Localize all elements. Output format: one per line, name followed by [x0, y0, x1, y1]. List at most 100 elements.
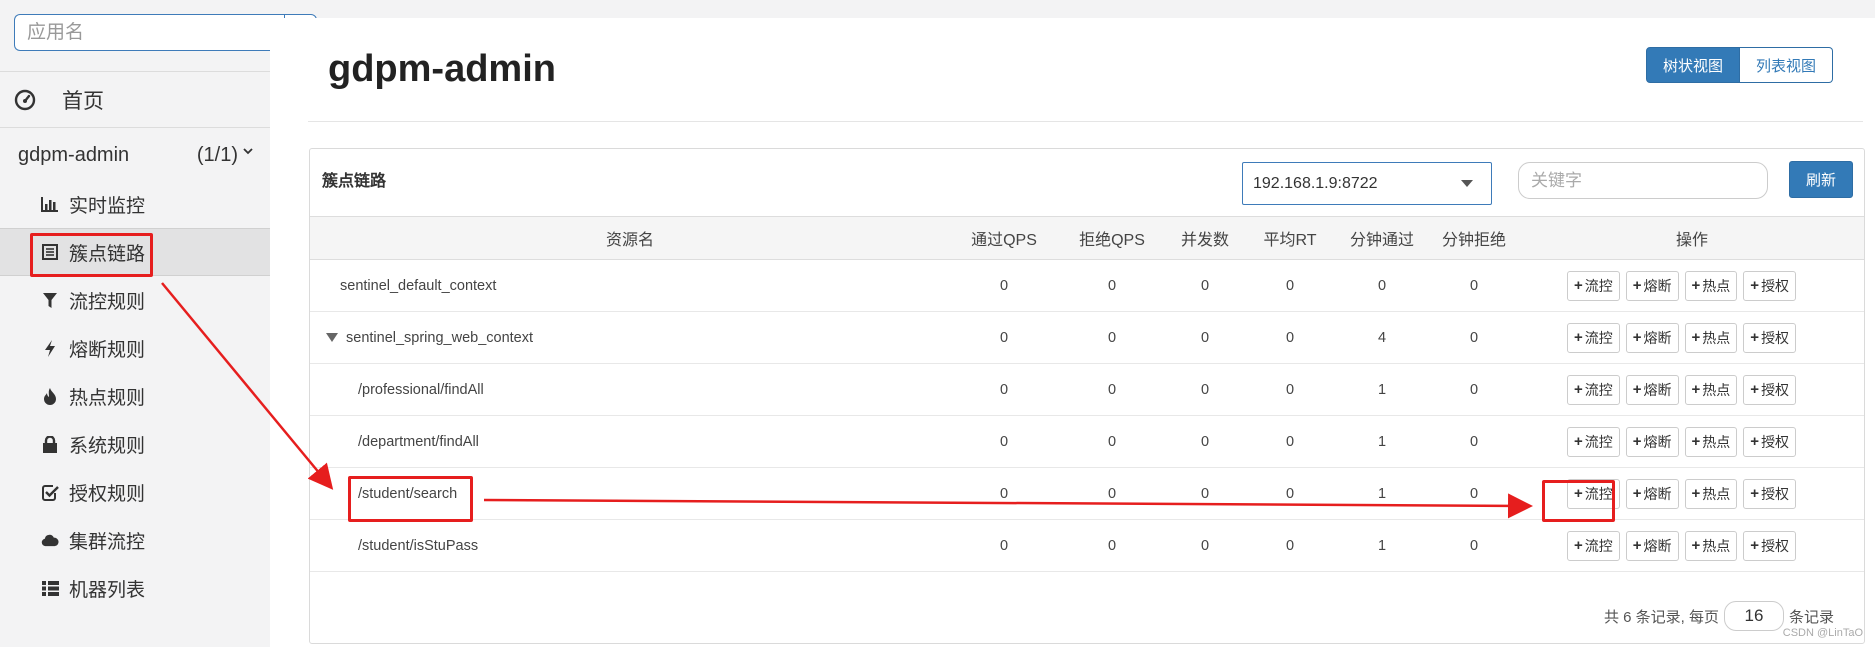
- bolt-icon: [41, 339, 59, 357]
- resource-name-cell: sentinel_spring_web_context: [310, 311, 950, 364]
- operations-cell: + 流控 + 熔断 + 热点 + 授权: [1520, 363, 1864, 416]
- resource-name-wrap: /student/isStuPass: [310, 538, 950, 554]
- button-label: 熔断: [1643, 485, 1672, 502]
- sidebar-divider: [0, 71, 270, 72]
- metric-min-block: 0: [1428, 467, 1520, 520]
- sidebar-item-cluster-link[interactable]: 簇点链路: [0, 228, 270, 276]
- metric-threads: 0: [1166, 363, 1244, 416]
- resource-name-wrap: sentinel_spring_web_context: [310, 330, 950, 346]
- plus-icon: +: [1574, 381, 1583, 398]
- add-degrade-rule-button[interactable]: + 熔断: [1625, 530, 1679, 561]
- add-degrade-rule-button[interactable]: + 熔断: [1625, 270, 1679, 301]
- button-label: 流控: [1584, 485, 1613, 502]
- add-hotspot-rule-button[interactable]: + 热点: [1684, 322, 1738, 353]
- sidebar-item-authority-rules[interactable]: 授权规则: [0, 468, 270, 516]
- add-hotspot-rule-button[interactable]: + 热点: [1684, 478, 1738, 509]
- resource-name-cell: sentinel_default_context: [310, 259, 950, 312]
- sidebar-item-degrade-rules[interactable]: 熔断规则: [0, 324, 270, 372]
- sidebar-item-system-rules[interactable]: 系统规则: [0, 420, 270, 468]
- keyword-search-input[interactable]: [1518, 162, 1768, 199]
- metric-pass-qps: 0: [950, 363, 1058, 416]
- add-authority-rule-button[interactable]: + 授权: [1743, 322, 1797, 353]
- button-label: 流控: [1584, 433, 1613, 450]
- watermark: CSDN @LinTaO: [1782, 627, 1863, 639]
- plus-icon: +: [1574, 277, 1583, 294]
- table-row: /professional/findAll 0 0 0 0 1 0 + 流控 + 熔断 + 热点 + 授权: [310, 363, 1864, 416]
- table-row: sentinel_default_context 0 0 0 0 0 0 + 流控 + 熔断 + 热点 +…: [310, 259, 1864, 312]
- sidebar-item-flow-rules[interactable]: 流控规则: [0, 276, 270, 324]
- cloud-icon: [41, 531, 59, 549]
- plus-icon: +: [1750, 485, 1760, 502]
- sidebar-item-label: 系统规则: [69, 435, 146, 457]
- add-authority-rule-button[interactable]: + 授权: [1743, 530, 1797, 561]
- app-search-input[interactable]: [14, 14, 284, 51]
- sidebar-item-cluster-flow[interactable]: 集群流控: [0, 516, 270, 564]
- title-divider: [308, 121, 1863, 122]
- add-hotspot-rule-button[interactable]: + 热点: [1684, 426, 1738, 457]
- plus-icon: +: [1574, 433, 1583, 450]
- add-flow-rule-button[interactable]: + 流控: [1567, 374, 1620, 405]
- add-flow-rule-button[interactable]: + 流控: [1567, 322, 1620, 353]
- plus-icon: +: [1574, 537, 1583, 554]
- bar-chart-icon: [41, 195, 59, 213]
- sidebar-item-realtime-monitor[interactable]: 实时监控: [0, 180, 270, 228]
- pagination-suffix: 条记录: [1788, 608, 1834, 626]
- button-label: 热点: [1702, 537, 1731, 554]
- metric-avg-rt: 0: [1244, 259, 1336, 312]
- plus-icon: +: [1750, 381, 1760, 398]
- metric-block-qps: 0: [1058, 415, 1166, 468]
- add-authority-rule-button[interactable]: + 授权: [1743, 270, 1797, 301]
- metric-avg-rt: 0: [1244, 519, 1336, 572]
- sidebar-item-hotspot-rules[interactable]: 热点规则: [0, 372, 270, 420]
- plus-icon: +: [1632, 433, 1642, 450]
- sidebar-item-label: 流控规则: [69, 291, 146, 313]
- add-authority-rule-button[interactable]: + 授权: [1743, 374, 1797, 405]
- operation-buttons: + 流控 + 熔断 + 热点 + 授权: [1520, 374, 1864, 405]
- add-flow-rule-button[interactable]: + 流控: [1567, 270, 1620, 301]
- add-hotspot-rule-button[interactable]: + 热点: [1684, 270, 1738, 301]
- add-degrade-rule-button[interactable]: + 熔断: [1625, 478, 1679, 509]
- add-hotspot-rule-button[interactable]: + 热点: [1684, 530, 1738, 561]
- machine-select[interactable]: 192.168.1.9:8722: [1242, 162, 1492, 205]
- add-hotspot-rule-button[interactable]: + 热点: [1684, 374, 1738, 405]
- tree-view-button[interactable]: 树状视图: [1645, 47, 1740, 83]
- button-label: 热点: [1702, 381, 1731, 398]
- column-header: 平均RT: [1244, 216, 1336, 260]
- button-label: 授权: [1761, 433, 1790, 450]
- refresh-button[interactable]: 刷新: [1789, 161, 1853, 198]
- operation-buttons: + 流控 + 熔断 + 热点 + 授权: [1520, 322, 1864, 353]
- sidebar-item-home[interactable]: 首页: [14, 82, 104, 118]
- caret-down-icon[interactable]: [326, 333, 338, 342]
- add-authority-rule-button[interactable]: + 授权: [1743, 426, 1797, 457]
- add-flow-rule-button[interactable]: + 流控: [1567, 530, 1620, 561]
- plus-icon: +: [1691, 381, 1701, 398]
- add-authority-rule-button[interactable]: + 授权: [1743, 478, 1797, 509]
- page-size-input[interactable]: [1723, 601, 1784, 631]
- caret-down-icon: [1461, 180, 1473, 187]
- sidebar-item-label: 簇点链路: [69, 243, 146, 265]
- add-degrade-rule-button[interactable]: + 熔断: [1625, 322, 1679, 353]
- resource-name: /professional/findAll: [358, 381, 484, 398]
- fire-icon: [41, 387, 59, 405]
- resource-name-cell: /professional/findAll: [310, 363, 950, 416]
- add-degrade-rule-button[interactable]: + 熔断: [1625, 374, 1679, 405]
- button-label: 热点: [1702, 433, 1731, 450]
- add-flow-rule-button[interactable]: + 流控: [1567, 426, 1620, 457]
- add-flow-rule-button[interactable]: + 流控: [1567, 478, 1620, 509]
- button-label: 授权: [1761, 537, 1790, 554]
- operation-buttons: + 流控 + 熔断 + 热点 + 授权: [1520, 426, 1864, 457]
- metric-threads: 0: [1166, 259, 1244, 312]
- plus-icon: +: [1574, 329, 1583, 346]
- plus-icon: +: [1691, 485, 1701, 502]
- metric-avg-rt: 0: [1244, 311, 1336, 364]
- list-view-button[interactable]: 列表视图: [1739, 47, 1833, 83]
- sidebar-app-gdpm-admin[interactable]: gdpm-admin (1/1): [18, 140, 254, 170]
- button-label: 授权: [1761, 485, 1790, 502]
- main-content: gdpm-admin 树状视图 列表视图 簇点链路 192.168.1.9:87…: [270, 18, 1875, 647]
- button-label: 流控: [1584, 381, 1613, 398]
- operation-buttons: + 流控 + 熔断 + 热点 + 授权: [1520, 270, 1864, 301]
- add-degrade-rule-button[interactable]: + 熔断: [1625, 426, 1679, 457]
- resource-name-wrap: /student/search: [310, 486, 950, 502]
- filter-icon: [41, 291, 59, 309]
- sidebar-item-machine-list[interactable]: 机器列表: [0, 564, 270, 612]
